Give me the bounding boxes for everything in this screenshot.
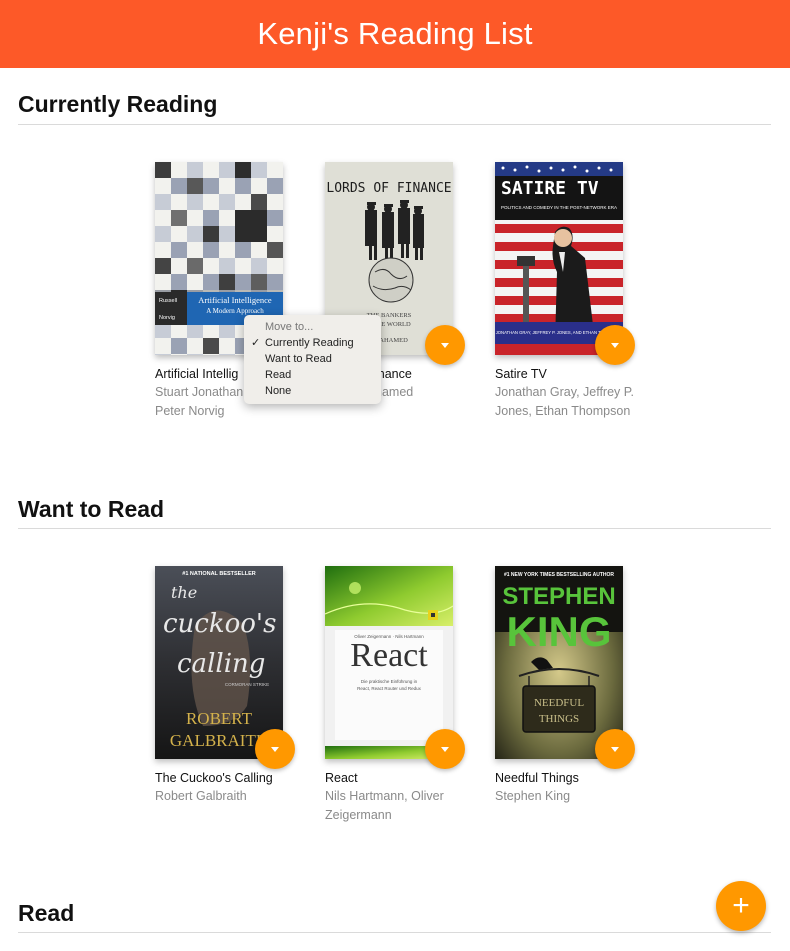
svg-text:React, React Router und Redux: React, React Router und Redux — [357, 686, 422, 691]
svg-text:the: the — [171, 583, 197, 602]
plus-icon: + — [732, 889, 750, 922]
shelf-changer-menu: Move to... ✓ Currently Reading Want to R… — [244, 315, 381, 404]
svg-text:Norvig: Norvig — [159, 315, 175, 321]
chevron-down-icon — [441, 342, 449, 348]
book-title: React — [325, 771, 358, 785]
svg-text:#1 NATIONAL BESTSELLER: #1 NATIONAL BESTSELLER — [182, 571, 255, 577]
cover-title: SATIRE TV — [501, 178, 599, 199]
book-title: Needful Things — [495, 771, 579, 785]
book-cover[interactable]: SATIRE TV POLITICS AND COMEDY IN THE POS… — [495, 162, 623, 355]
svg-text:calling: calling — [177, 649, 265, 679]
cover-title: Artificial Intelligence — [198, 295, 272, 305]
svg-text:Russell: Russell — [159, 298, 177, 304]
shelf-changer-button[interactable] — [255, 729, 295, 769]
shelf-changer-button[interactable] — [595, 325, 635, 365]
svg-text:Die praktische Einführung in: Die praktische Einführung in — [361, 679, 418, 684]
shelf-divider — [18, 124, 771, 125]
cover-title: NEEDFUL — [534, 697, 584, 709]
menu-option-currently-reading[interactable]: ✓ Currently Reading — [244, 335, 381, 351]
app-title: Kenji's Reading List — [257, 16, 533, 51]
book-authors: Stephen King — [495, 789, 571, 803]
book-title: Satire TV — [495, 367, 547, 381]
cover-title: LORDS OF FINANCE — [326, 181, 451, 196]
app-header: Kenji's Reading List — [0, 0, 790, 68]
svg-text:A Modern Approach: A Modern Approach — [206, 307, 264, 315]
svg-text:ROBERT: ROBERT — [186, 709, 253, 728]
menu-header-move-to: Move to... — [265, 321, 314, 333]
cover-title: cuckoo's — [163, 609, 276, 639]
menu-option-none[interactable]: None — [244, 383, 381, 399]
book-authors: Robert Galbraith — [155, 789, 247, 803]
shelf-changer-button[interactable] — [425, 729, 465, 769]
book-authors: Nils Hartmann, Oliver Zeigermann — [325, 789, 444, 822]
svg-text:STEPHEN: STEPHEN — [502, 583, 615, 610]
chevron-down-icon — [611, 342, 619, 348]
menu-option-read[interactable]: Read — [244, 367, 381, 383]
chevron-down-icon — [271, 746, 279, 752]
shelf-changer-button[interactable] — [425, 325, 465, 365]
svg-text:CORMORAN STRIKE: CORMORAN STRIKE — [225, 682, 269, 687]
shelf-title-want-to-read: Want to Read — [18, 496, 165, 522]
checkmark-icon: ✓ — [251, 337, 261, 349]
book-title: The Cuckoo's Calling — [155, 771, 273, 785]
svg-text:GALBRAITH: GALBRAITH — [170, 731, 268, 750]
shelf-title-currently-reading: Currently Reading — [18, 91, 218, 117]
add-book-button[interactable]: + — [716, 881, 766, 931]
shelf-divider — [18, 932, 771, 933]
book-cover[interactable]: Oliver Zeigermann · Nils Hartmann React … — [325, 566, 453, 759]
book-authors: Jonathan Gray, Jeffrey P. Jones, Ethan T… — [495, 385, 634, 418]
book-satire-tv: SATIRE TV POLITICS AND COMEDY IN THE POS… — [495, 162, 645, 421]
book-cover[interactable]: #1 NATIONAL BESTSELLER the cuckoo's call… — [155, 566, 283, 759]
shelf-changer-button[interactable] — [595, 729, 635, 769]
book-react: Oliver Zeigermann · Nils Hartmann React … — [325, 566, 475, 825]
chevron-down-icon — [441, 746, 449, 752]
cover-title: React — [350, 637, 428, 674]
svg-text:KING: KING — [507, 608, 612, 655]
book-the-cuckoos-calling: #1 NATIONAL BESTSELLER the cuckoo's call… — [155, 566, 305, 806]
svg-text:THINGS: THINGS — [539, 713, 579, 725]
svg-text:#1 NEW YORK TIMES BESTSELLING: #1 NEW YORK TIMES BESTSELLING AUTHOR — [504, 572, 614, 578]
book-cover[interactable]: #1 NEW YORK TIMES BESTSELLING AUTHOR STE… — [495, 566, 623, 759]
svg-text:POLITICS AND COMEDY IN THE POS: POLITICS AND COMEDY IN THE POST-NETWORK … — [501, 205, 617, 210]
menu-option-want-to-read[interactable]: Want to Read — [244, 351, 381, 367]
chevron-down-icon — [611, 746, 619, 752]
shelf-divider — [18, 528, 771, 529]
book-needful-things: #1 NEW YORK TIMES BESTSELLING AUTHOR STE… — [495, 566, 645, 806]
shelf-title-read: Read — [18, 900, 75, 926]
